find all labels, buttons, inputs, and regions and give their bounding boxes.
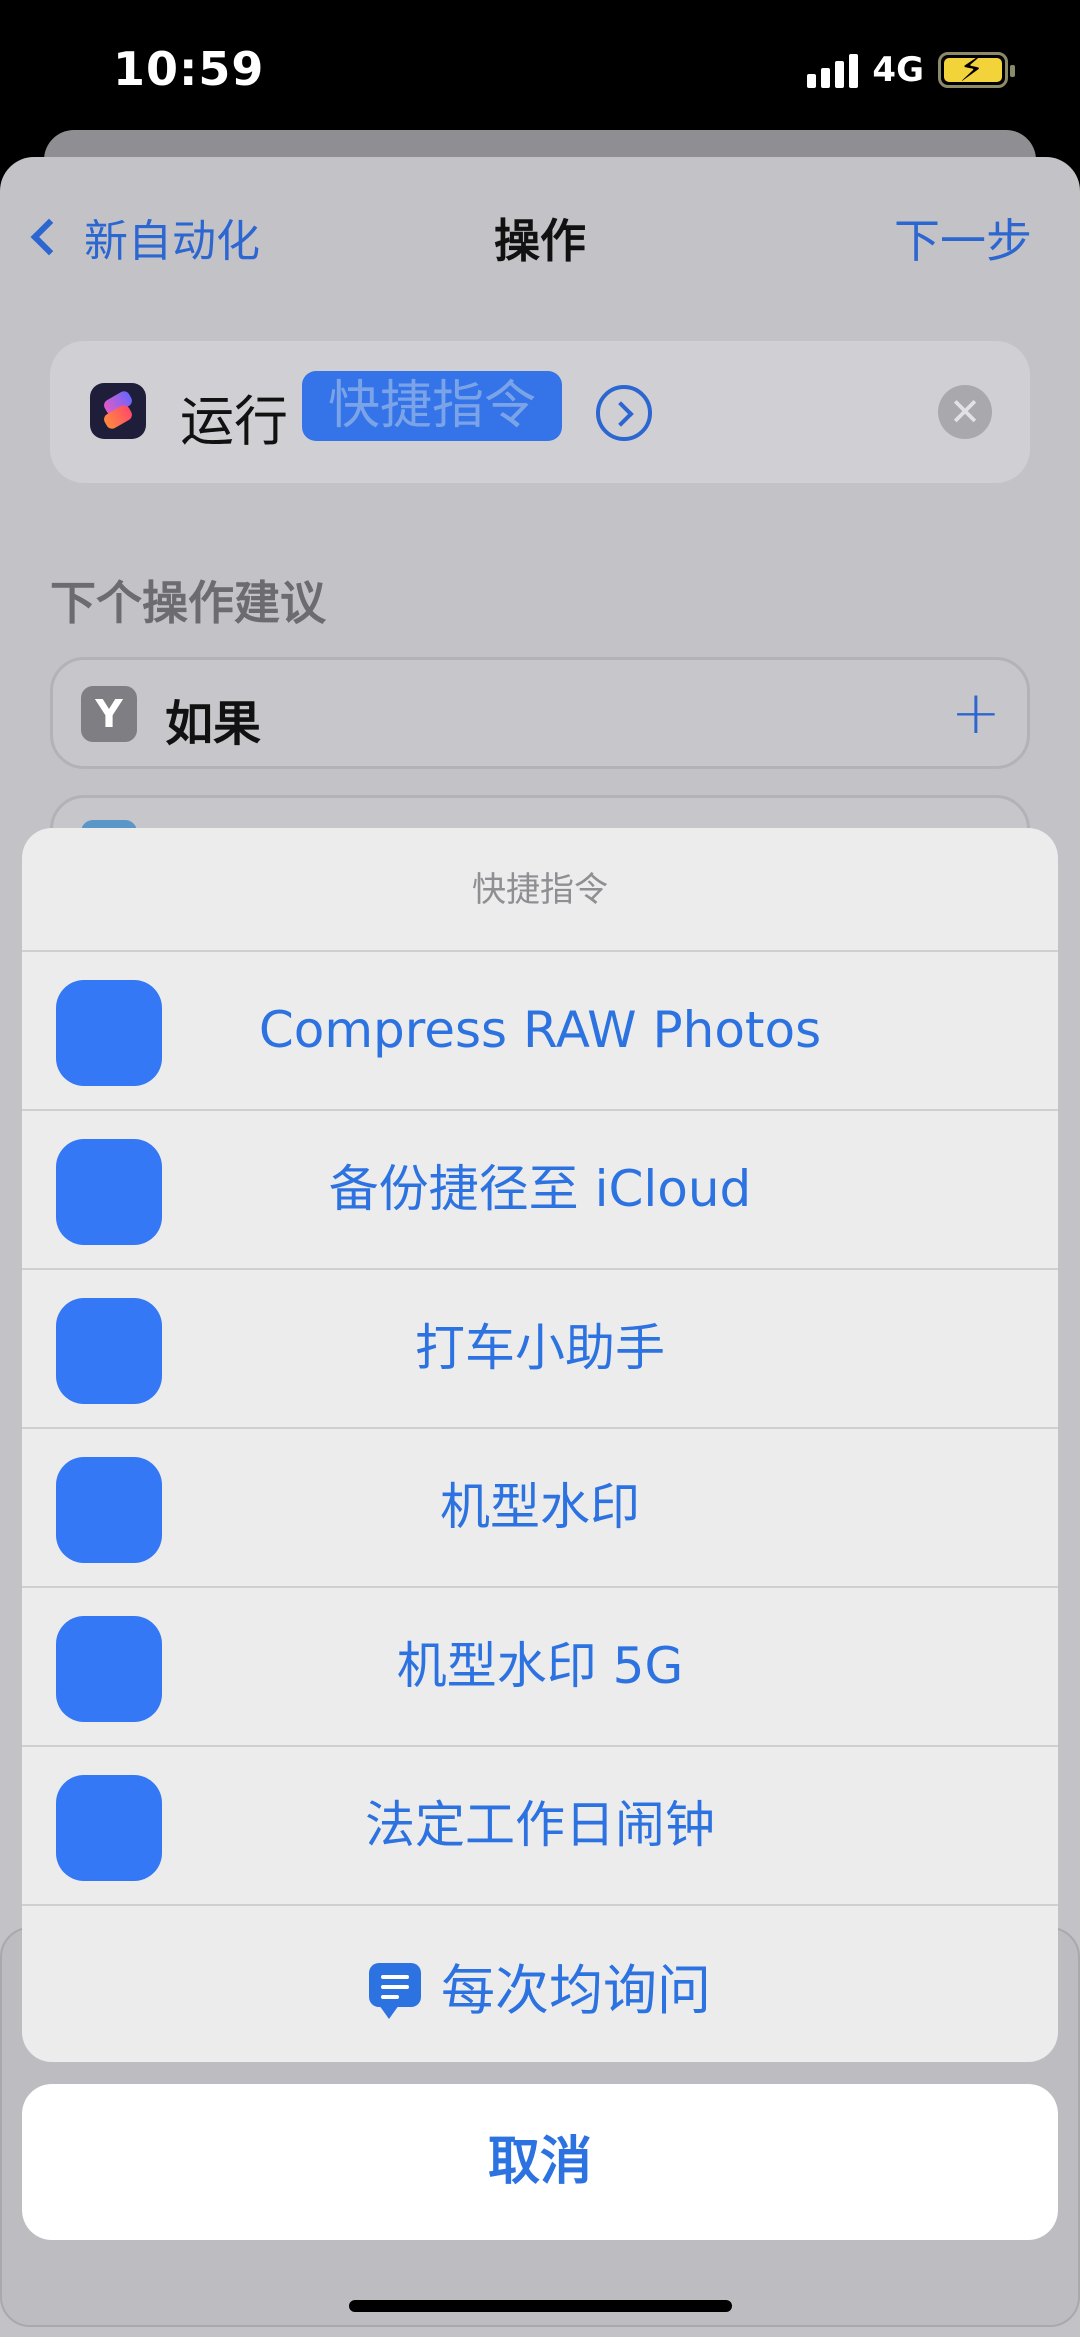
cancel-button[interactable]: 取消: [22, 2084, 1058, 2240]
shortcut-picker-sheet: 快捷指令 Compress RAW Photos 备份捷径至 iCloud 打车…: [22, 828, 1058, 2062]
plus-icon[interactable]: +: [951, 678, 1001, 748]
option-label: 法定工作日闹钟: [365, 1796, 715, 1854]
option-backup-to-icloud[interactable]: 备份捷径至 iCloud: [22, 1111, 1058, 1270]
option-model-watermark[interactable]: 机型水印: [22, 1429, 1058, 1588]
status-indicators: 4G ⚡: [807, 49, 1015, 90]
shortcuts-app-icon: [90, 383, 146, 439]
battery-charging-icon: ⚡: [938, 49, 1015, 90]
option-workday-alarm[interactable]: 法定工作日闹钟: [22, 1747, 1058, 1906]
option-taxi-helper[interactable]: 打车小助手: [22, 1270, 1058, 1429]
option-label: Compress RAW Photos: [258, 1001, 822, 1059]
chat-bubble-icon: [369, 1963, 421, 2019]
option-label: 机型水印: [440, 1478, 640, 1536]
option-label: 机型水印 5G: [396, 1637, 684, 1695]
suggestion-if[interactable]: Y 如果 +: [50, 657, 1030, 769]
option-label: 备份捷径至 iCloud: [328, 1160, 752, 1218]
home-indicator: [349, 2300, 732, 2312]
cellular-signal-icon: [807, 52, 859, 88]
run-shortcut-action[interactable]: 运行 快捷指令 ✕: [50, 341, 1030, 483]
expand-arrow-icon[interactable]: [596, 385, 652, 441]
suggestions-heading: 下个操作建议: [50, 576, 326, 630]
option-label: 打车小助手: [415, 1319, 665, 1377]
suggestion-label: 如果: [165, 696, 262, 752]
network-type: 4G: [872, 50, 924, 90]
option-model-watermark-5g[interactable]: 机型水印 5G: [22, 1588, 1058, 1747]
status-time: 10:59: [113, 42, 265, 96]
option-compress-raw-photos[interactable]: Compress RAW Photos: [22, 952, 1058, 1111]
if-branch-icon: Y: [81, 686, 137, 742]
run-label: 运行: [180, 390, 288, 453]
shortcut-parameter[interactable]: 快捷指令: [302, 371, 562, 441]
clear-icon[interactable]: ✕: [938, 385, 992, 439]
next-button[interactable]: 下一步: [894, 205, 1032, 271]
status-bar: 10:59 4G ⚡: [0, 0, 1080, 140]
sheet-title: 快捷指令: [22, 828, 1058, 952]
ask-each-time-label: 每次均询问: [441, 1958, 711, 2022]
option-ask-each-time[interactable]: 每次均询问: [22, 1906, 1058, 2062]
